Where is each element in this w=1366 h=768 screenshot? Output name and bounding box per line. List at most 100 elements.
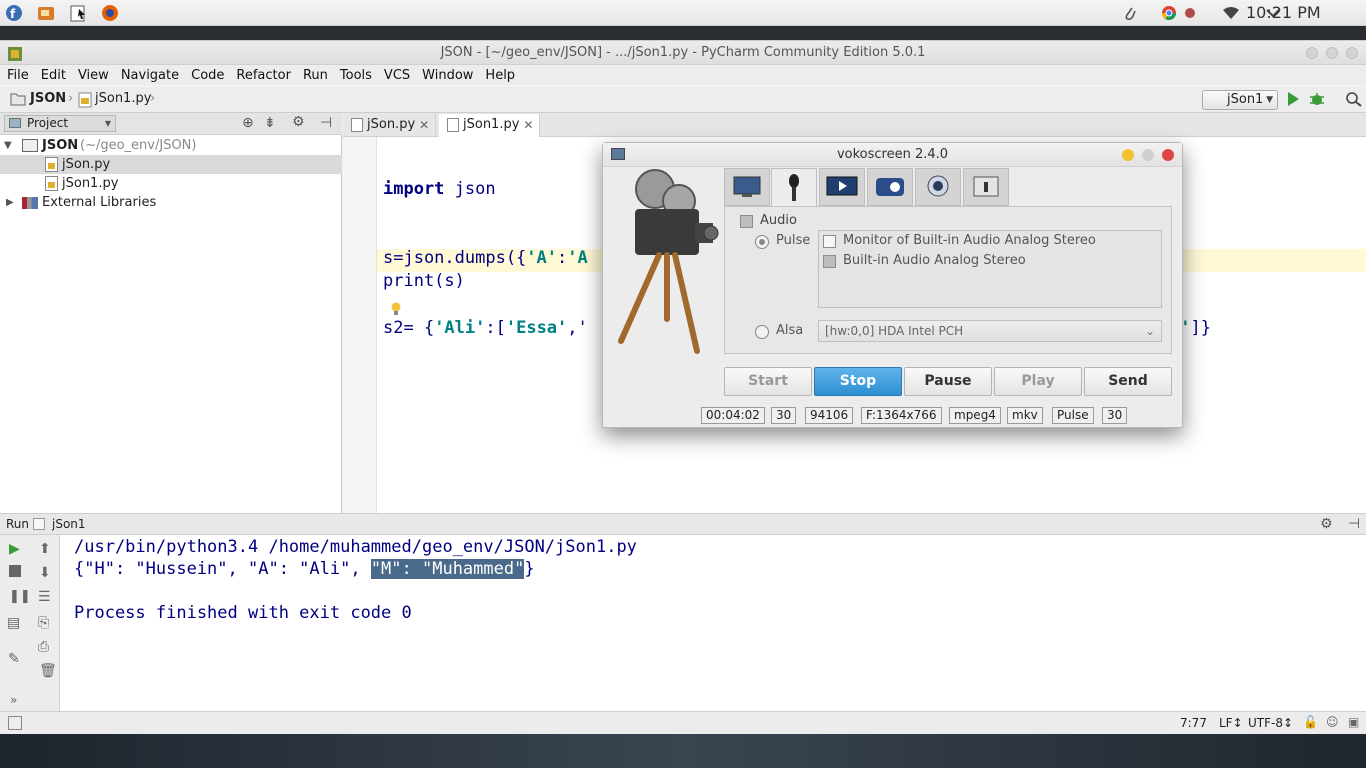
trash-icon[interactable]: 🗑 (39, 663, 57, 679)
more-icon[interactable]: » (10, 693, 17, 707)
tab-audio[interactable] (771, 168, 817, 207)
menu-refactor[interactable]: Refactor (236, 68, 291, 83)
clock[interactable]: 10:21 PM (1246, 0, 1366, 26)
debug-icon[interactable] (1309, 91, 1325, 111)
minimize-button[interactable] (1306, 47, 1318, 59)
soft-wrap-icon[interactable]: ☰ (38, 589, 51, 605)
pause-button[interactable]: Pause (904, 367, 992, 396)
tree-root[interactable]: ▼ JSON (~/geo_env/JSON) (0, 136, 342, 155)
hide-panel-icon[interactable]: ⊣ (1348, 516, 1360, 532)
send-button[interactable]: Send (1084, 367, 1172, 396)
tab-settings[interactable] (867, 168, 913, 206)
audio-settings-panel: Audio Pulse Monitor of Built-in Audio An… (724, 206, 1172, 354)
fedora-icon[interactable]: f (4, 3, 24, 23)
gear-icon[interactable]: ⚙ (1320, 516, 1333, 532)
chevron-down-icon: ⌄ (1144, 324, 1155, 338)
tool-windows-icon[interactable] (8, 716, 22, 730)
navigation-bar: JSON › jSon1.py › jSon1 ▼ (0, 87, 1366, 113)
menu-tools[interactable]: Tools (340, 68, 372, 83)
pause-icon[interactable]: ❚❚ (9, 589, 31, 604)
code-line-4[interactable]: s=json.dumps({'A':'A (383, 248, 588, 268)
code-line-7[interactable]: s2= {'Ali':['Essa',' (383, 318, 588, 338)
tab-label: jSon1.py (463, 117, 520, 132)
alsa-radio[interactable] (755, 325, 769, 339)
code-line-5[interactable]: print(s) (383, 271, 465, 291)
record-icon[interactable] (1182, 3, 1198, 23)
stop-icon[interactable] (9, 565, 21, 577)
gear-icon[interactable]: ⚙ (292, 114, 305, 130)
files-icon[interactable] (68, 3, 88, 23)
menu-vcs[interactable]: VCS (384, 68, 410, 83)
rerun-icon[interactable]: ▶ (9, 541, 20, 557)
tree-item-json1-py[interactable]: jSon1.py (0, 174, 342, 193)
run-console[interactable]: /usr/bin/python3.4 /home/muhammed/geo_en… (60, 535, 1366, 711)
tab-video[interactable] (819, 168, 865, 206)
minimize-button[interactable] (1122, 149, 1134, 161)
stop-button[interactable]: Stop (814, 367, 902, 396)
tab-screen[interactable] (724, 168, 770, 206)
menu-help[interactable]: Help (485, 68, 515, 83)
audio-checkbox[interactable] (740, 215, 753, 228)
status-codec: mpeg4 (949, 407, 1001, 424)
play-button[interactable]: Play (994, 367, 1082, 396)
maximize-button[interactable] (1142, 149, 1154, 161)
expand-arrow-icon[interactable]: ▶ (6, 193, 14, 212)
tab-json-py[interactable]: jSon.py ✕ (343, 114, 437, 137)
collapse-all-icon[interactable]: ⇟ (264, 115, 276, 131)
device-checkbox[interactable] (823, 235, 836, 248)
run-panel-header: Run jSon1 ⚙ ⊣ (0, 513, 1366, 535)
line-separator[interactable]: LF↕ (1219, 716, 1243, 730)
code-line-1[interactable]: import json (383, 179, 496, 199)
close-tab-icon[interactable]: ✕ (419, 114, 429, 136)
run-tab-label[interactable]: Run (6, 517, 29, 531)
search-everywhere-icon[interactable] (1345, 91, 1363, 111)
export-icon[interactable]: ⎘ (38, 615, 49, 631)
run-config-select[interactable]: jSon1 ▼ (1202, 90, 1278, 110)
run-config-tab[interactable]: jSon1 (52, 517, 86, 531)
tab-json1-py[interactable]: jSon1.py ✕ (439, 114, 541, 137)
menu-view[interactable]: View (78, 68, 109, 83)
close-button[interactable] (1162, 149, 1174, 161)
pin-icon[interactable]: ✎ (8, 651, 20, 667)
menu-edit[interactable]: Edit (41, 68, 66, 83)
menu-navigate[interactable]: Navigate (121, 68, 179, 83)
inspector-icon[interactable]: ☺ (1326, 715, 1339, 729)
pulse-radio[interactable] (755, 235, 769, 249)
scroll-down-icon[interactable]: ⬇ (39, 565, 51, 581)
menu-file[interactable]: File (7, 68, 29, 83)
menu-run[interactable]: Run (303, 68, 328, 83)
run-icon[interactable] (1286, 91, 1300, 111)
firefox-icon[interactable] (100, 3, 120, 23)
paperclip-icon[interactable] (1120, 3, 1140, 23)
expand-arrow-icon[interactable]: ▼ (4, 136, 12, 155)
paint-icon[interactable] (36, 3, 56, 23)
file-encoding[interactable]: UTF-8↕ (1248, 716, 1293, 730)
layout-icon[interactable]: ▤ (7, 615, 20, 631)
close-button[interactable] (1346, 47, 1358, 59)
menu-window[interactable]: Window (422, 68, 473, 83)
breadcrumb-project[interactable]: JSON (30, 91, 66, 106)
tree-item-json-py[interactable]: jSon.py (0, 155, 342, 174)
scroll-up-icon[interactable]: ⬆ (39, 541, 51, 557)
start-button[interactable]: Start (724, 367, 812, 396)
device-checkbox[interactable] (823, 255, 836, 268)
tab-webcam[interactable] (915, 168, 961, 206)
alsa-device-select[interactable]: [hw:0,0] HDA Intel PCH ⌄ (818, 320, 1162, 342)
cursor-position[interactable]: 7:77 (1180, 716, 1207, 730)
wifi-icon[interactable] (1220, 3, 1242, 23)
chrome-icon[interactable] (1160, 3, 1178, 23)
event-log-icon[interactable]: ▣ (1348, 715, 1359, 729)
python-file-icon (45, 157, 58, 172)
maximize-button[interactable] (1326, 47, 1338, 59)
tree-item-external-libraries[interactable]: ▶ External Libraries (0, 193, 342, 212)
menu-code[interactable]: Code (191, 68, 224, 83)
print-icon[interactable]: ⎙ (38, 639, 49, 655)
breadcrumb-file[interactable]: jSon1.py (95, 91, 151, 106)
hide-panel-icon[interactable]: ⊣ (320, 115, 332, 131)
scroll-from-source-icon[interactable]: ⊕ (242, 115, 254, 131)
lock-icon[interactable]: 🔓 (1303, 715, 1318, 729)
tab-info[interactable] (963, 168, 1009, 206)
close-tab-icon[interactable]: ✕ (523, 114, 533, 136)
project-view-select[interactable]: Project ▼ (4, 115, 116, 132)
folder-icon (22, 139, 38, 152)
